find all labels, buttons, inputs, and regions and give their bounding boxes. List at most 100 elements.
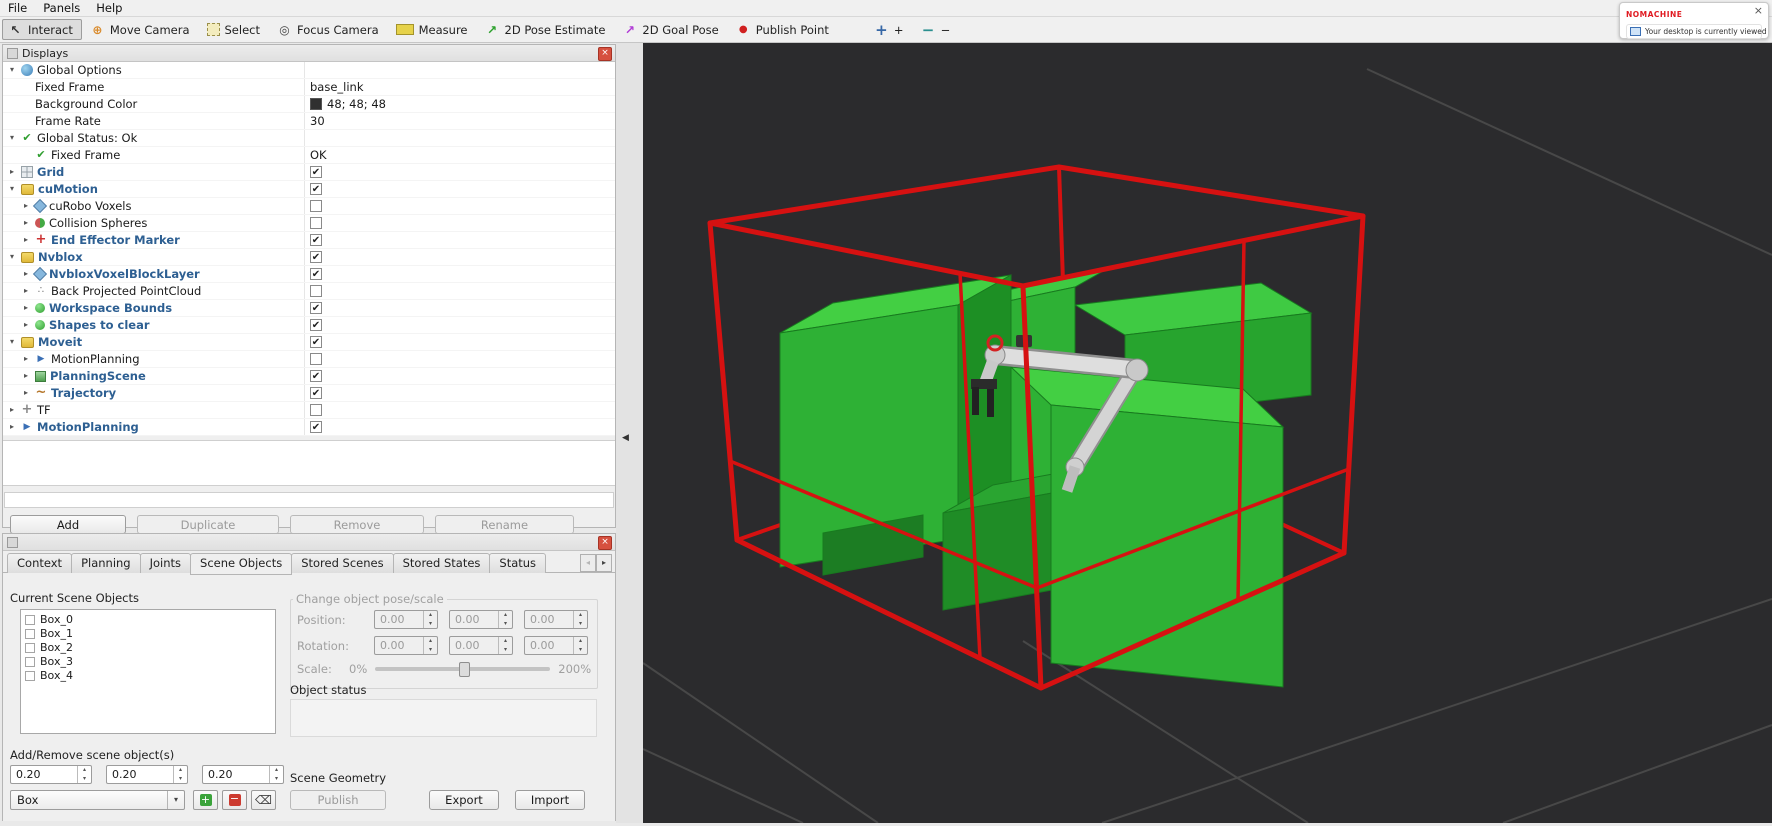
expander-closed-icon[interactable]: ▸	[21, 215, 31, 231]
size-spinbox[interactable]: 0.20 ▴ ▾	[106, 765, 188, 784]
export-button[interactable]: Export	[429, 790, 499, 810]
tree-row[interactable]: ▸ PlanningScene ✔	[3, 368, 615, 385]
tree-row[interactable]: ▸ MotionPlanning	[3, 351, 615, 368]
tree-row[interactable]: ▸ cuRobo Voxels	[3, 198, 615, 215]
scene-objects-list[interactable]: Box_0 Box_1 Box_2 Box_3 Box_4	[20, 609, 276, 734]
display-filter-box[interactable]	[4, 492, 614, 508]
row-checkbox[interactable]	[310, 200, 322, 212]
spin-down-icon[interactable]: ▾	[270, 775, 283, 784]
row-checkbox[interactable]: ✔	[310, 234, 322, 246]
tree-row[interactable]: Fixed Frame OK	[3, 147, 615, 164]
row-checkbox[interactable]: ✔	[310, 183, 322, 195]
expander-closed-icon[interactable]: ▸	[21, 317, 31, 333]
tree-row[interactable]: ▾ cuMotion ✔	[3, 181, 615, 198]
row-checkbox[interactable]	[310, 353, 322, 365]
list-item[interactable]: Box_1	[21, 627, 275, 640]
tree-row[interactable]: Fixed Frame base_link	[3, 79, 615, 96]
tree-row[interactable]: Background Color 48; 48; 48	[3, 96, 615, 113]
row-checkbox[interactable]: ✔	[310, 370, 322, 382]
tool-publish-point[interactable]: Publish Point	[730, 19, 838, 40]
tab-joints[interactable]: Joints	[139, 553, 192, 574]
tree-row[interactable]: ▸ Shapes to clear ✔	[3, 317, 615, 334]
slider-handle[interactable]	[459, 662, 471, 677]
row-checkbox[interactable]: ✔	[310, 319, 322, 331]
expander-open-icon[interactable]: ▾	[7, 62, 17, 78]
object-checkbox[interactable]	[25, 642, 35, 653]
spin-arrows[interactable]: ▴ ▾	[269, 766, 283, 783]
expander-open-icon[interactable]: ▾	[7, 334, 17, 350]
tree-row[interactable]: ▸ Workspace Bounds ✔	[3, 300, 615, 317]
object-checkbox[interactable]	[25, 628, 35, 639]
size-spinbox[interactable]: 0.20 ▴ ▾	[10, 765, 92, 784]
tool-2d-goal-pose[interactable]: 2D Goal Pose	[616, 19, 727, 40]
expander-open-icon[interactable]: ▾	[7, 249, 17, 265]
tree-row[interactable]: ▸ TF	[3, 402, 615, 419]
shape-select[interactable]: Box	[10, 790, 185, 810]
tab-planning[interactable]: Planning	[71, 553, 141, 574]
import-button[interactable]: Import	[515, 790, 585, 810]
tree-row[interactable]: ▸ NvbloxVoxelBlockLayer ✔	[3, 266, 615, 283]
tool-2d-pose-estimate[interactable]: 2D Pose Estimate	[479, 19, 615, 40]
expander-closed-icon[interactable]: ▸	[21, 300, 31, 316]
expander-open-icon[interactable]: ▾	[7, 130, 17, 146]
tab-stored-states[interactable]: Stored States	[392, 553, 491, 574]
object-checkbox[interactable]	[25, 670, 35, 681]
spin-arrows[interactable]: ▴ ▾	[173, 766, 187, 783]
tool-measure[interactable]: Measure	[390, 19, 477, 40]
displays-panel-header[interactable]: Displays	[3, 45, 615, 62]
tool-select[interactable]: Select	[201, 19, 269, 40]
tab-status[interactable]: Status	[489, 553, 547, 574]
row-checkbox[interactable]	[310, 404, 322, 416]
expander-closed-icon[interactable]: ▸	[7, 419, 17, 435]
tab-stored-scenes[interactable]: Stored Scenes	[291, 553, 394, 574]
expander-closed-icon[interactable]: ▸	[21, 198, 31, 214]
notification-close-button[interactable]: ×	[1754, 4, 1763, 17]
object-checkbox[interactable]	[25, 614, 35, 625]
tab-scroll-right-button[interactable]: ▸	[596, 554, 612, 572]
tree-row[interactable]: ▾ Nvblox ✔	[3, 249, 615, 266]
expander-open-icon[interactable]: ▾	[7, 181, 17, 197]
tool-move-camera[interactable]: Move Camera	[84, 19, 199, 40]
motionplanning-panel-header[interactable]	[3, 534, 615, 551]
tree-row[interactable]: ▾ Global Status: Ok	[3, 130, 615, 147]
spin-up-icon[interactable]: ▴	[174, 766, 187, 775]
list-item[interactable]: Box_3	[21, 655, 275, 668]
duplicate-button[interactable]: Duplicate	[137, 515, 279, 534]
rename-button[interactable]: Rename	[435, 515, 574, 534]
tree-row[interactable]: ▸ Collision Spheres	[3, 215, 615, 232]
menu-item-panels[interactable]: Panels	[35, 1, 88, 15]
clear-object-button[interactable]	[251, 790, 276, 810]
tree-row[interactable]: ▸ End Effector Marker ✔	[3, 232, 615, 249]
panel-splitter[interactable]	[616, 43, 643, 823]
row-checkbox[interactable]: ✔	[310, 302, 322, 314]
scale-slider[interactable]	[375, 662, 551, 677]
tree-row[interactable]: ▾ Moveit ✔	[3, 334, 615, 351]
motionplanning-close-button[interactable]	[598, 536, 612, 550]
row-checkbox[interactable]	[310, 285, 322, 297]
spin-arrows[interactable]: ▴ ▾	[77, 766, 91, 783]
row-checkbox[interactable]: ✔	[310, 336, 322, 348]
row-checkbox[interactable]: ✔	[310, 251, 322, 263]
menu-item-help[interactable]: Help	[88, 1, 130, 15]
tab-context[interactable]: Context	[7, 553, 73, 574]
tree-row[interactable]: ▸ Back Projected PointCloud	[3, 283, 615, 300]
tool-tool[interactable]: −	[915, 19, 960, 40]
expander-closed-icon[interactable]: ▸	[21, 266, 31, 282]
spin-up-icon[interactable]: ▴	[78, 766, 91, 775]
row-checkbox[interactable]: ✔	[310, 268, 322, 280]
list-item[interactable]: Box_0	[21, 613, 275, 626]
expander-closed-icon[interactable]: ▸	[21, 351, 31, 367]
row-checkbox[interactable]: ✔	[310, 387, 322, 399]
expander-closed-icon[interactable]: ▸	[21, 385, 31, 401]
spin-down-icon[interactable]: ▾	[78, 775, 91, 784]
collapse-left-icon[interactable]	[622, 433, 629, 443]
row-checkbox[interactable]	[310, 217, 322, 229]
tool-focus-camera[interactable]: Focus Camera	[271, 19, 388, 40]
tool-tool[interactable]: +	[868, 19, 913, 40]
publish-button[interactable]: Publish	[290, 790, 386, 810]
remove-object-button[interactable]	[222, 790, 247, 810]
tree-row[interactable]: ▸ MotionPlanning ✔	[3, 419, 615, 436]
spin-down-icon[interactable]: ▾	[174, 775, 187, 784]
list-item[interactable]: Box_2	[21, 641, 275, 654]
displays-close-button[interactable]	[598, 47, 612, 61]
